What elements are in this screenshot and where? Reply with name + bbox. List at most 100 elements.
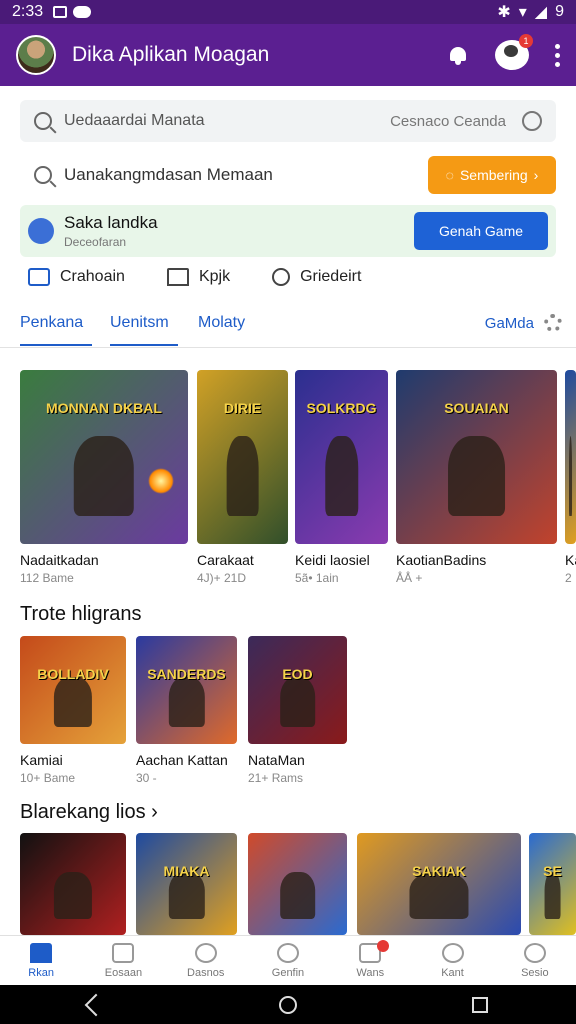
game-cover-image: SE <box>529 833 576 935</box>
game-character-image <box>53 677 93 727</box>
recent-apps-icon[interactable] <box>472 996 489 1013</box>
game-character-image <box>447 436 506 517</box>
app-title: Dika Aplikan Moagan <box>72 43 270 66</box>
game-card[interactable]: DIRIE Carakaat 4J)+ 21D <box>197 370 288 585</box>
game-meta: 5ã• 1ain <box>295 571 339 585</box>
profile-notification-icon[interactable]: 1 <box>495 34 533 70</box>
nav-label: Eosaan <box>104 966 143 979</box>
notification-badge <box>377 940 390 952</box>
game-card[interactable]: MIAKA <box>136 833 237 935</box>
battery-level: 9 <box>555 3 564 20</box>
nav-item[interactable]: Wans <box>329 936 411 985</box>
genah-game-button[interactable]: Genah Game <box>414 212 548 250</box>
system-navigation <box>0 985 576 1024</box>
promo-title: Saka landka <box>64 213 158 232</box>
filter-kpjk[interactable]: Kpjk <box>166 268 230 286</box>
game-cover-image: MIAKA <box>136 833 237 935</box>
section-title[interactable]: Blarekang lios › <box>20 801 158 824</box>
game-logo-text: SANDERDS <box>147 666 226 682</box>
glow-effect <box>148 468 174 494</box>
back-icon[interactable] <box>84 993 107 1016</box>
sembering-button-label: Sembering <box>459 167 528 183</box>
game-logo-text: SAKIAK <box>412 863 466 879</box>
game-card[interactable]: EOD NataMan 21+ Rams <box>248 636 347 785</box>
search-input[interactable]: Uedaaardai Manata Cesnaco Ceanda <box>20 100 556 142</box>
game-card[interactable] <box>20 833 126 935</box>
game-card[interactable]: BOLLADIV Kamiai 10+ Bame <box>20 636 126 785</box>
game-logo-text: MIAKA <box>163 863 210 879</box>
bell-icon[interactable] <box>447 44 469 66</box>
tab-gamda[interactable]: GaMda <box>485 315 534 332</box>
tab-penkana[interactable]: Penkana <box>20 314 92 346</box>
compass-icon <box>276 942 299 963</box>
sembering-button[interactable]: ◌ Sembering › <box>428 156 556 194</box>
game-title: Kamiai <box>20 752 63 768</box>
game-card[interactable]: Ka 2 <box>565 370 576 585</box>
game-card[interactable]: SOUAIAN KaotianBadins ÅÅ + <box>396 370 557 585</box>
notification-dot-icon <box>73 6 92 18</box>
game-logo-text: SE <box>543 863 562 879</box>
tag-icon <box>166 268 189 286</box>
game-logo-text: DIRIE <box>223 400 262 416</box>
game-card[interactable]: SE <box>529 833 576 935</box>
game-character-image <box>279 677 316 727</box>
nav-item[interactable]: Rkan <box>0 936 82 985</box>
game-title: Carakaat <box>197 552 254 568</box>
library-icon <box>112 942 135 963</box>
game-meta: ÅÅ + <box>396 571 423 585</box>
game-title: KaotianBadins <box>396 552 487 568</box>
game-character-image <box>324 436 359 517</box>
game-meta: 10+ Bame <box>20 771 76 785</box>
game-meta: 4J)+ 21D <box>197 571 247 585</box>
notification-badge: 1 <box>519 34 533 48</box>
game-cover-image <box>20 833 126 935</box>
chevron-right-icon: › <box>533 167 539 183</box>
filter-griedeirt[interactable]: Griedeirt <box>272 268 361 286</box>
secondary-search[interactable]: Uanakangmdasan Memaan ◌ Sembering › <box>20 156 556 194</box>
nav-label: Sesio <box>521 966 549 979</box>
game-cover-image: DIRIE <box>197 370 288 544</box>
game-logo-text: SOUAIAN <box>444 400 509 416</box>
home-button-icon[interactable] <box>278 995 297 1014</box>
tab-molaty[interactable]: Molaty <box>198 314 245 332</box>
game-title: NataMan <box>248 752 305 768</box>
game-meta: 112 Bame <box>20 571 74 585</box>
game-cover-image: MONNAN DKBAL <box>20 370 188 544</box>
game-logo-text: MONNAN DKBAL <box>46 400 162 416</box>
nav-item[interactable]: Sesio <box>494 936 576 985</box>
game-character-image <box>168 677 205 727</box>
search-icon <box>34 112 52 130</box>
category-tabs: Penkana Uenitsm Molaty GaMda <box>0 306 576 348</box>
more-options-icon[interactable] <box>555 43 560 67</box>
game-card[interactable]: SAKIAK <box>357 833 521 935</box>
game-character-image <box>53 871 93 919</box>
filter-crahoain[interactable]: Crahoain <box>28 268 125 286</box>
filter-label: Crahoain <box>60 268 125 285</box>
nav-item[interactable]: Kant <box>411 936 493 985</box>
bottom-nav: Rkan Eosaan Dasnos Genfin Wans Kant Sesi… <box>0 935 576 985</box>
promo-subtitle: Deceofaran <box>64 235 127 249</box>
game-character-image <box>226 436 259 517</box>
avatar[interactable] <box>16 35 56 75</box>
game-cover-image: SAKIAK <box>357 833 521 935</box>
tab-uenitsm[interactable]: Uenitsm <box>110 314 178 346</box>
game-logo-text: EOD <box>282 666 313 682</box>
nav-label: Kant <box>441 966 464 979</box>
nav-item[interactable]: Dasnos <box>165 936 247 985</box>
nav-item[interactable]: Eosaan <box>82 936 164 985</box>
bluetooth-icon: ✱ <box>497 4 511 21</box>
game-cover-image: SANDERDS <box>136 636 237 744</box>
game-meta: 30 - <box>136 771 157 785</box>
game-card[interactable]: MONNAN DKBAL Nadaitkadan 112 Bame <box>20 370 188 585</box>
gear-icon[interactable] <box>544 314 562 332</box>
game-card[interactable]: SANDERDS Aachan Kattan 30 - <box>136 636 237 785</box>
chat-icon <box>194 942 217 963</box>
promo-banner: Saka landka Deceofaran Genah Game <box>20 205 556 257</box>
app-bar: Dika Aplikan Moagan 1 <box>0 24 576 86</box>
game-card[interactable] <box>248 833 347 935</box>
game-card[interactable]: SOLKRDG Keidi laosiel 5ã• 1ain <box>295 370 388 585</box>
nav-item[interactable]: Genfin <box>247 936 329 985</box>
voice-search-icon[interactable] <box>522 111 542 131</box>
game-character-image <box>279 871 316 919</box>
section-title[interactable]: Trote hligrans <box>20 603 142 626</box>
